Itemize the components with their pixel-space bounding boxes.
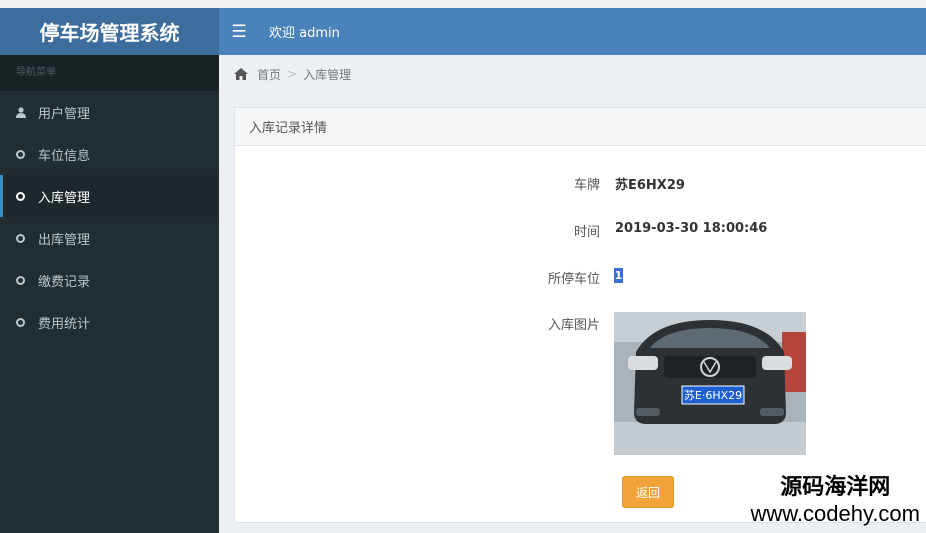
sidebar-item-label: 出库管理 [38,232,91,248]
time-label: 时间 [573,225,600,240]
sidebar-item-label: 车位信息 [38,148,91,164]
sidebar: 导航菜单 用户管理 车位信息 入库管理 出库管理 缴费记录 费用统计 [0,55,219,533]
circle-icon [16,275,38,285]
slot-label: 所停车位 [547,272,600,287]
sidebar-item-label: 入库管理 [38,190,91,206]
breadcrumb-current: 入库管理 [303,67,352,82]
breadcrumb-home[interactable]: 首页 [257,66,281,83]
sidebar-item-label: 缴费记录 [38,274,91,290]
back-button[interactable]: 返回 [622,476,674,508]
panel-title: 入库记录详情 [235,108,926,146]
sidebar-item-payment-records[interactable]: 缴费记录 [0,259,219,301]
watermark-title: 源码海洋网 [780,475,891,500]
slot-value: 1 [614,268,623,283]
app-title: 停车场管理系统 [0,8,219,55]
sidebar-item-fee-statistics[interactable]: 费用统计 [0,301,219,343]
breadcrumb: 首页 > 入库管理 [219,55,926,93]
top-header: ☰ 欢迎 admin [219,8,926,55]
sidebar-item-user-management[interactable]: 用户管理 [0,91,219,133]
sidebar-caption: 导航菜单 [0,55,219,91]
plate-label: 车牌 [573,178,600,193]
watermark-url: www.codehy.com [750,501,920,526]
home-icon[interactable] [233,67,249,81]
user-icon [16,106,38,118]
sidebar-item-parking-spaces[interactable]: 车位信息 [0,133,219,175]
welcome-text: 欢迎 admin [269,26,340,41]
sidebar-item-label: 费用统计 [38,316,91,332]
entry-photo: 苏E·6HX29 [614,312,806,455]
circle-icon [16,233,38,243]
photo-label: 入库图片 [547,318,600,333]
circle-icon [16,191,38,201]
sidebar-item-exit-management[interactable]: 出库管理 [0,217,219,259]
sidebar-item-entry-management[interactable]: 入库管理 [0,175,219,217]
time-value: 2019-03-30 18:00:46 [615,221,768,236]
browser-top-strip [0,0,926,8]
circle-icon [16,317,38,327]
sidebar-item-label: 用户管理 [38,106,91,122]
circle-icon [16,149,38,159]
selected-slot-text: 1 [614,268,623,283]
site-watermark: 源码海洋网 www.codehy.com [750,469,920,527]
plate-value: 苏E6HX29 [615,178,685,193]
photo-plate-text: 苏E·6HX29 [684,389,742,402]
breadcrumb-separator: > [287,67,298,81]
hamburger-icon[interactable]: ☰ [219,22,259,42]
